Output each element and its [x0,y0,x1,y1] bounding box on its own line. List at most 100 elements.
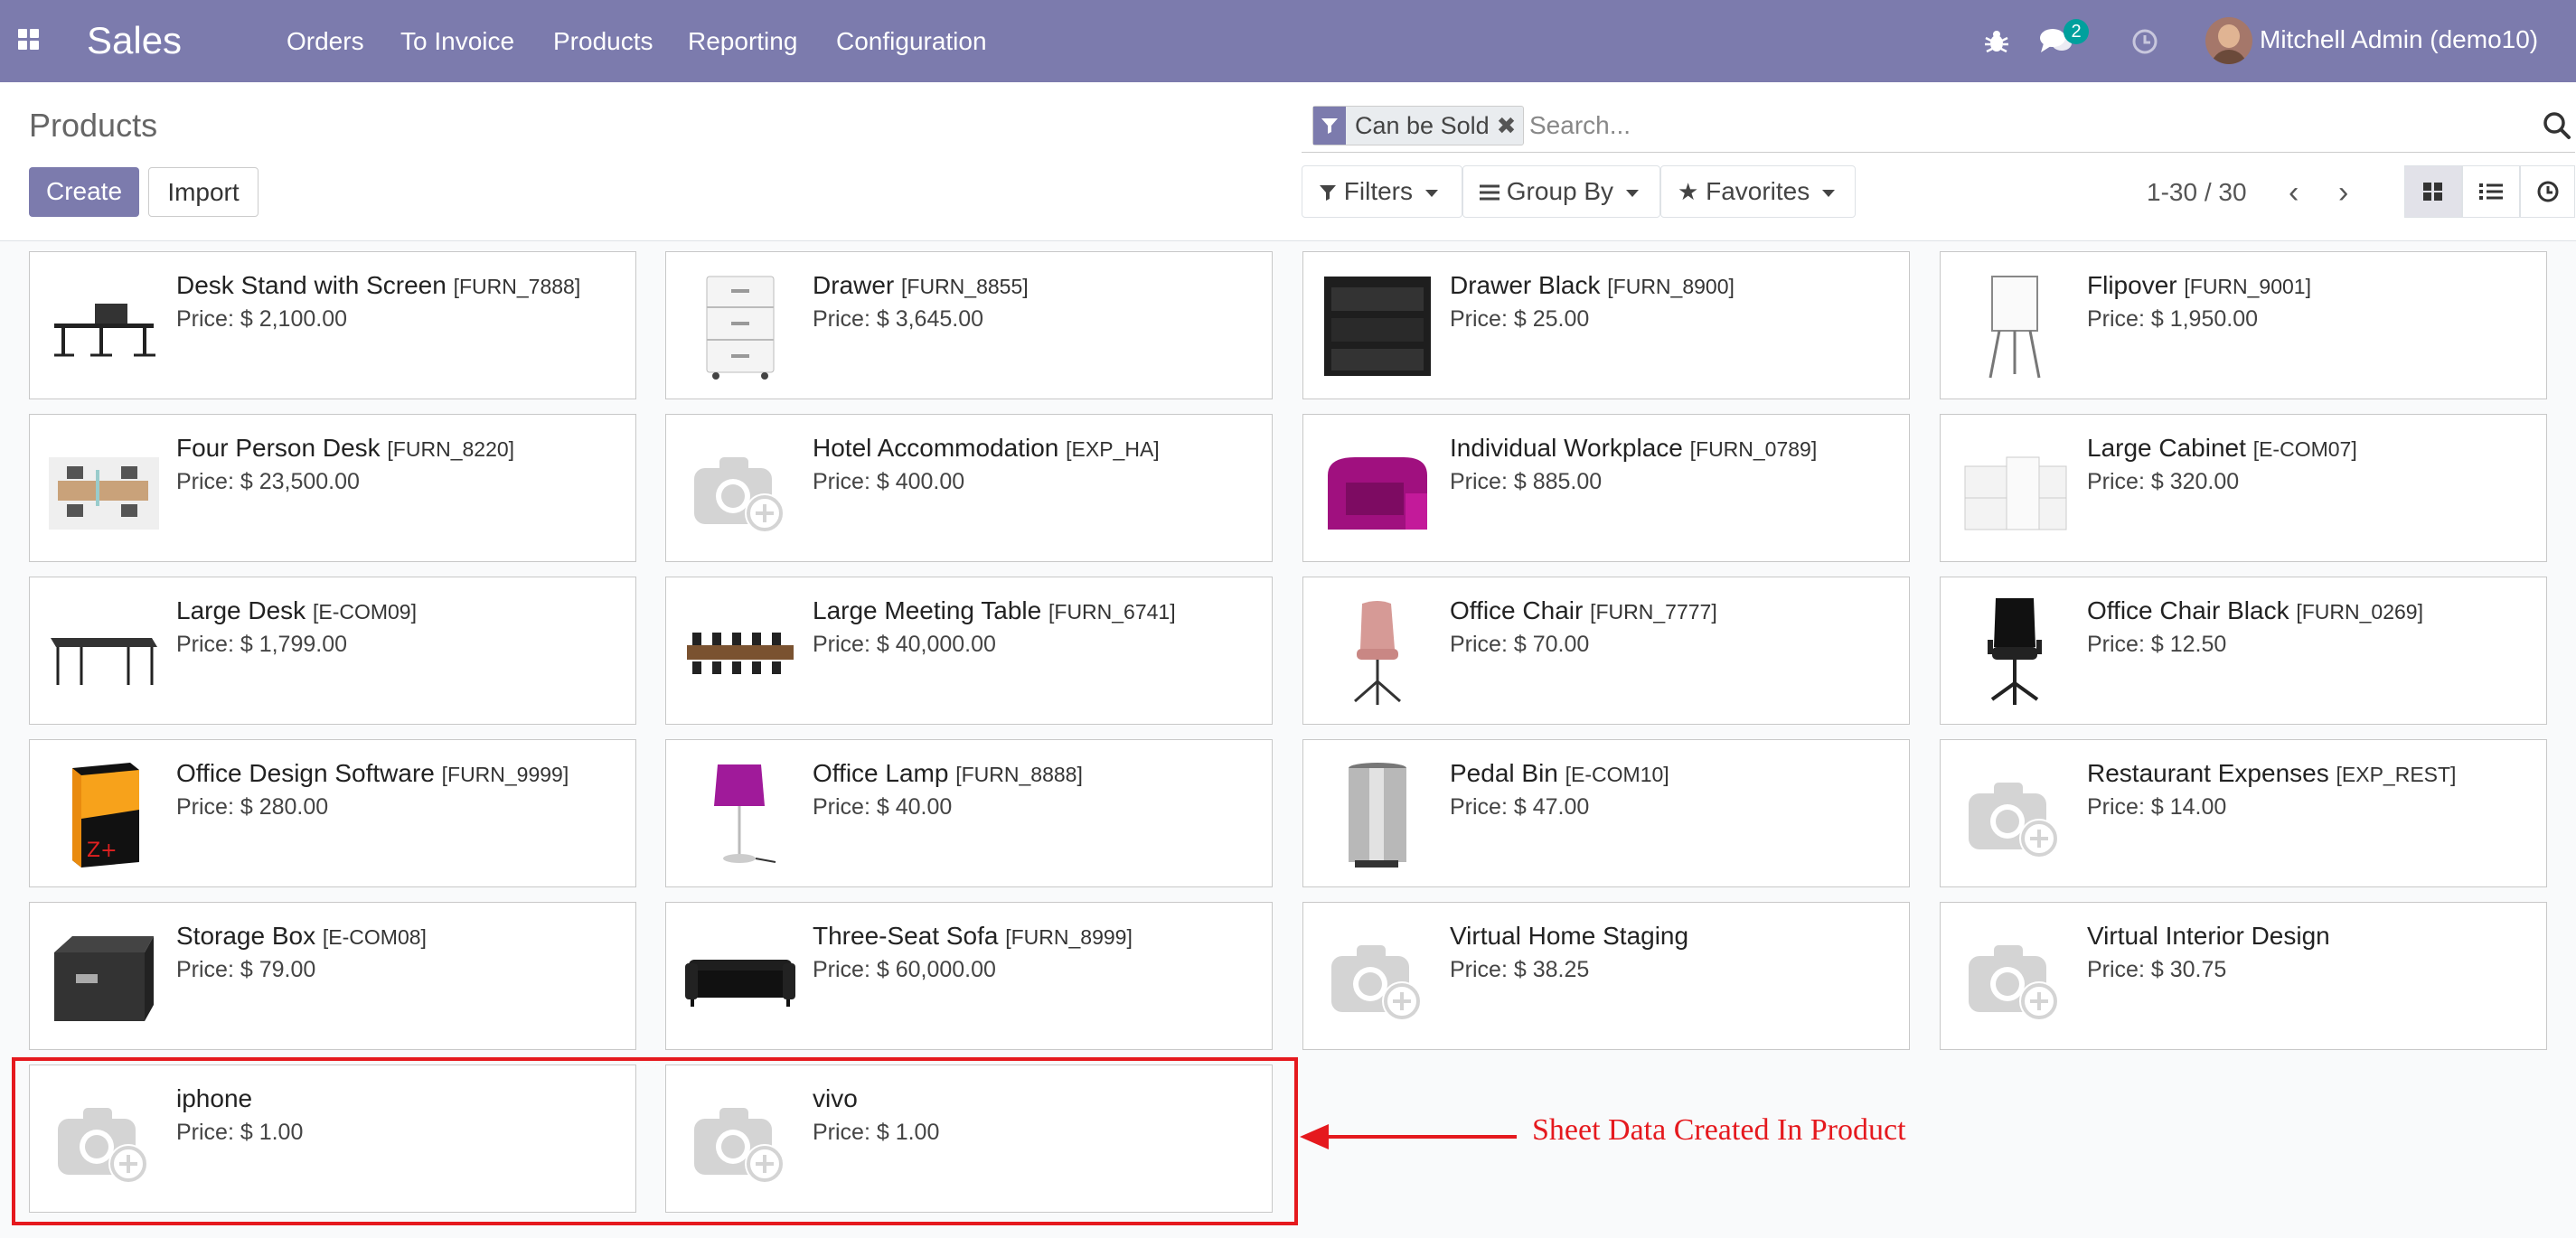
menu-reporting[interactable]: Reporting [688,23,797,60]
favorites-dropdown[interactable]: ★ Favorites [1660,165,1856,218]
product-card[interactable]: Individual Workplace [FURN_0789] Price: $… [1302,414,1910,562]
product-reference: [FURN_8855] [901,275,1029,298]
list-view-button[interactable] [2462,165,2520,218]
product-card[interactable]: Flipover [FURN_9001] Price: $ 1,950.00 [1940,251,2547,399]
apps-grid-icon[interactable] [18,29,40,51]
filter-icon [1313,107,1346,145]
product-card[interactable]: Office Chair [FURN_7777] Price: $ 70.00 [1302,577,1910,725]
product-name-text: Virtual Interior Design [2087,922,2330,950]
product-name: Three-Seat Sofa [FURN_8999] [813,919,1133,954]
image-placeholder-icon [1316,915,1439,1038]
product-card[interactable]: Hotel Accommodation [EXP_HA] Price: $ 400… [665,414,1273,562]
user-menu[interactable]: Mitchell Admin (demo10) [2260,22,2538,58]
menu-orders[interactable]: Orders [287,23,364,60]
product-reference: [FURN_9999] [441,763,569,786]
product-name: Large Desk [E-COM09] [176,594,417,629]
product-card[interactable]: Desk Stand with Screen [FURN_7888] Price:… [29,251,636,399]
product-name-text: Office Lamp [813,759,949,787]
product-price: Price: $ 79.00 [176,957,316,982]
product-name: Office Design Software [FURN_9999] [176,756,569,792]
product-price: Price: $ 3,645.00 [813,306,984,332]
product-card[interactable]: Restaurant Expenses [EXP_REST] Price: $ 1… [1940,739,2547,887]
product-reference: [EXP_REST] [2336,763,2457,786]
create-button[interactable]: Create [29,167,139,217]
app-name[interactable]: Sales [87,13,182,69]
product-image [679,265,802,388]
user-avatar[interactable] [2205,17,2252,64]
product-card[interactable]: Virtual Home Staging Price: $ 38.25 [1302,902,1910,1050]
arrow-head-icon [1300,1124,1329,1149]
menu-configuration[interactable]: Configuration [836,23,987,60]
product-reference: [FURN_0789] [1689,437,1818,461]
product-name: Hotel Accommodation [EXP_HA] [813,431,1160,466]
product-name: Large Meeting Table [FURN_6741] [813,594,1176,629]
product-name-text: Large Desk [176,596,306,624]
product-name: Storage Box [E-COM08] [176,919,427,954]
product-reference: [FURN_8900] [1607,275,1735,298]
product-name: Restaurant Expenses [EXP_REST] [2087,756,2456,792]
product-card[interactable]: Large Cabinet [E-COM07] Price: $ 320.00 [1940,414,2547,562]
import-button[interactable]: Import [148,167,259,217]
product-name: Four Person Desk [FURN_8220] [176,431,514,466]
product-reference: [FURN_8999] [1005,925,1133,949]
product-price: Price: $ 40,000.00 [813,632,996,657]
product-card[interactable]: Office Lamp [FURN_8888] Price: $ 40.00 [665,739,1273,887]
product-price: Price: $ 70.00 [1450,632,1590,657]
product-price: Price: $ 30.75 [2087,957,2227,982]
product-card[interactable]: Three-Seat Sofa [FURN_8999] Price: $ 60,0… [665,902,1273,1050]
product-name-text: Desk Stand with Screen [176,271,447,299]
product-price: Price: $ 60,000.00 [813,957,996,982]
product-image [1316,753,1439,876]
product-image [1953,590,2076,713]
product-price: Price: $ 23,500.00 [176,469,360,494]
product-name: Drawer [FURN_8855] [813,268,1029,304]
chevron-down-icon [1822,189,1836,197]
top-navbar: Sales Orders To Invoice Products Reporti… [0,0,2576,82]
remove-facet-icon[interactable]: ✖ [1497,112,1524,140]
product-name-text: Office Design Software [176,759,435,787]
product-card[interactable]: Z+ Office Design Software [FURN_9999] Pric… [29,739,636,887]
activity-view-button[interactable] [2520,165,2575,218]
clock-icon[interactable] [2130,27,2159,56]
product-image [1953,427,2076,550]
search-input[interactable] [1529,104,2515,147]
product-price: Price: $ 40.00 [813,794,953,820]
product-card[interactable]: Office Chair Black [FURN_0269] Price: $ 1… [1940,577,2547,725]
product-name: Office Chair Black [FURN_0269] [2087,594,2423,629]
product-price: Price: $ 280.00 [176,794,329,820]
bug-icon[interactable] [1982,27,2011,56]
star-icon: ★ [1678,178,1699,205]
product-card[interactable]: Drawer [FURN_8855] Price: $ 3,645.00 [665,251,1273,399]
filters-dropdown[interactable]: Filters [1302,165,1462,218]
filter-icon [1319,177,1344,205]
product-name-text: Flipover [2087,271,2177,299]
product-card[interactable]: Virtual Interior Design Price: $ 30.75 [1940,902,2547,1050]
pager-value[interactable]: 1-30 / 30 [2147,176,2247,209]
product-image [42,265,165,388]
pager-next-icon[interactable]: › [2338,176,2348,209]
product-name-text: Office Chair Black [2087,596,2289,624]
product-reference: [FURN_7888] [453,275,581,298]
pager-previous-icon[interactable]: ‹ [2289,176,2299,209]
product-card[interactable]: Large Meeting Table [FURN_6741] Price: $ … [665,577,1273,725]
product-card[interactable]: Storage Box [E-COM08] Price: $ 79.00 [29,902,636,1050]
product-card[interactable]: Pedal Bin [E-COM10] Price: $ 47.00 [1302,739,1910,887]
product-name: Large Cabinet [E-COM07] [2087,431,2357,466]
product-reference: [FURN_6741] [1048,600,1176,624]
kanban-view-button[interactable] [2404,165,2462,218]
filters-label: Filters [1343,177,1414,205]
product-image [1953,265,2076,388]
product-image [42,590,165,713]
product-card[interactable]: Drawer Black [FURN_8900] Price: $ 25.00 [1302,251,1910,399]
menu-products[interactable]: Products [553,23,653,60]
image-placeholder-icon [1953,753,2076,876]
chevron-down-icon [1626,189,1640,197]
product-name-text: Large Cabinet [2087,434,2246,462]
product-card[interactable]: Large Desk [E-COM09] Price: $ 1,799.00 [29,577,636,725]
product-price: Price: $ 14.00 [2087,794,2227,820]
group-by-dropdown[interactable]: Group By [1462,165,1660,218]
menu-to-invoice[interactable]: To Invoice [400,23,514,60]
product-card[interactable]: Four Person Desk [FURN_8220] Price: $ 23,… [29,414,636,562]
search-icon[interactable] [2539,108,2575,144]
product-reference: [E-COM09] [312,600,417,624]
